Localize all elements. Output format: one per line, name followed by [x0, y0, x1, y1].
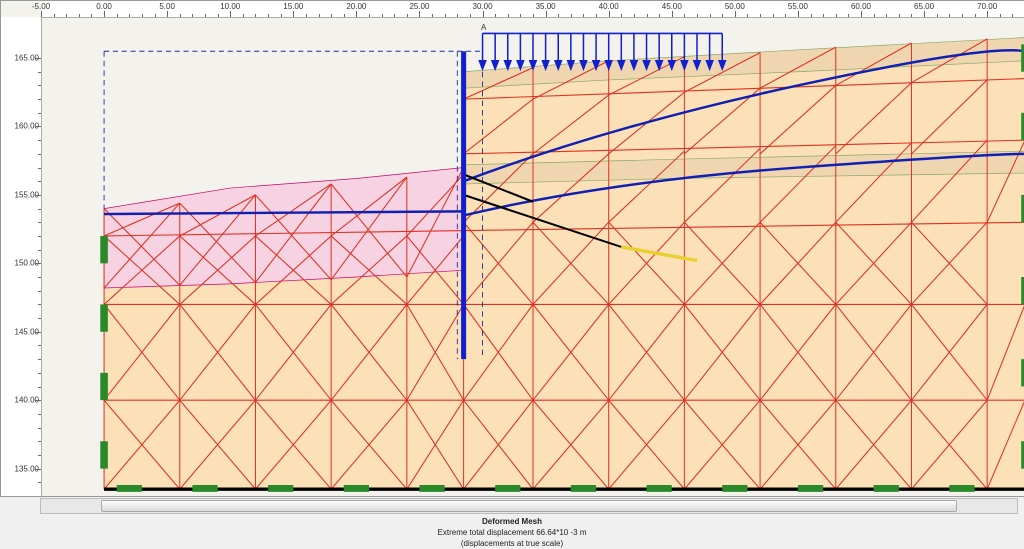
caption: Deformed Mesh Extreme total displacement… [0, 516, 1024, 549]
mesh-svg [41, 17, 1024, 496]
x-tick-label: 65.00 [914, 2, 934, 11]
x-tick-label: 35.00 [536, 2, 556, 11]
x-tick-label: 20.00 [346, 2, 366, 11]
ruler-x: -5.000.005.0010.0015.0020.0025.0030.0035… [41, 1, 1024, 18]
x-tick-label: 45.00 [662, 2, 682, 11]
x-tick-label: 5.00 [159, 2, 175, 11]
caption-title: Deformed Mesh [482, 517, 542, 526]
x-tick-label: 70.00 [977, 2, 997, 11]
x-tick-label: 25.00 [409, 2, 429, 11]
x-tick-label: 15.00 [283, 2, 303, 11]
x-tick-label: 55.00 [788, 2, 808, 11]
x-tick-label: 40.00 [599, 2, 619, 11]
x-tick-label: 0.00 [96, 2, 112, 11]
caption-line2: Extreme total displacement 66.64*10 -3 m [438, 528, 587, 537]
ruler-y: 165.00160.00155.00150.00145.00140.00135.… [1, 17, 42, 496]
x-tick-label: 10.00 [220, 2, 240, 11]
x-tick-label: 60.00 [851, 2, 871, 11]
load-label-a: A [481, 23, 486, 32]
horizontal-scrollbar[interactable] [40, 498, 1018, 514]
plot-area[interactable]: A [41, 17, 1024, 496]
scrollbar-thumb[interactable] [101, 500, 957, 512]
x-tick-label: -5.00 [32, 2, 50, 11]
viewport: -5.00 0.00 5.00 10.00 15.00 20.00 25.00 30.00 35… [0, 0, 1024, 497]
caption-line3: (displacements at true scale) [461, 539, 563, 548]
x-tick-label: 30.00 [473, 2, 493, 11]
x-tick-label: 50.00 [725, 2, 745, 11]
